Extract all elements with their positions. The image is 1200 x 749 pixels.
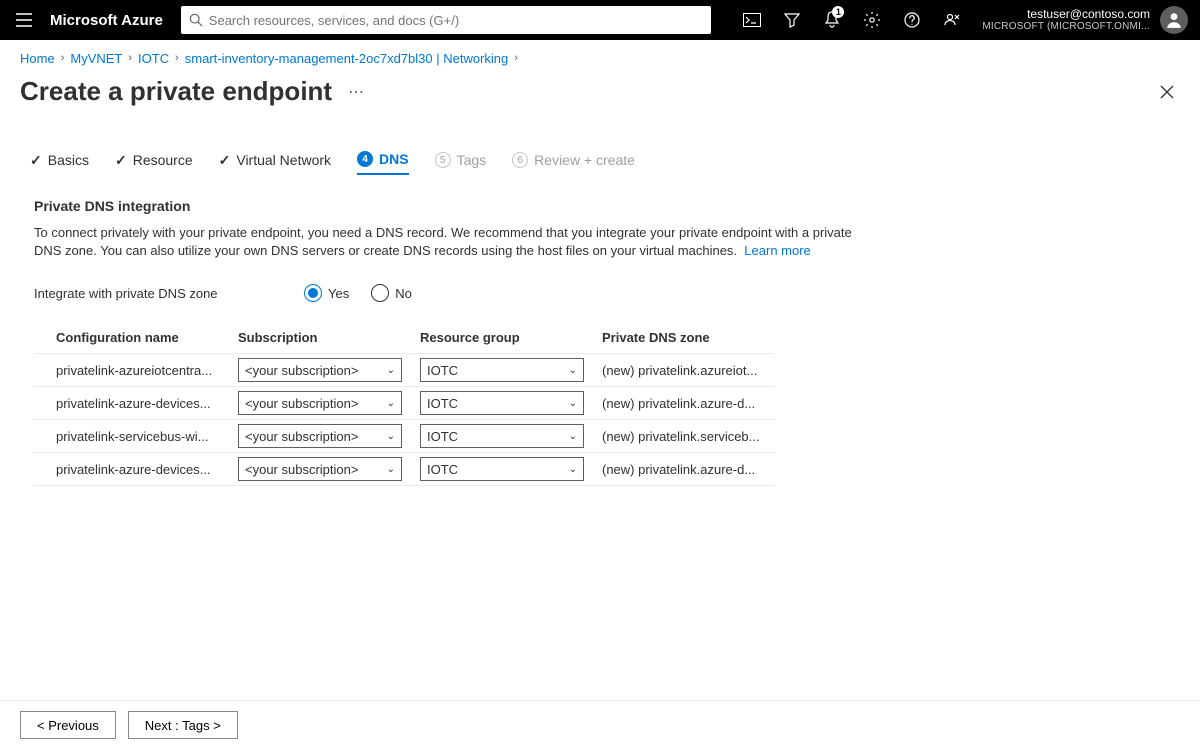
directory-filter-button[interactable]: [772, 0, 812, 40]
cell-zone: (new) privatelink.azureiot...: [602, 363, 782, 378]
chevron-down-icon: ⌄: [569, 398, 577, 409]
chevron-down-icon: ⌄: [569, 464, 577, 475]
account-info[interactable]: testuser@contoso.com MICROSOFT (MICROSOF…: [972, 7, 1156, 33]
table-row: privatelink-azure-devices...<your subscr…: [34, 387, 774, 420]
breadcrumb-networking[interactable]: smart-inventory-management-2oc7xd7bl30 |…: [185, 51, 508, 66]
learn-more-link[interactable]: Learn more: [744, 243, 810, 258]
cloud-shell-button[interactable]: [732, 0, 772, 40]
cell-config: privatelink-azure-devices...: [56, 396, 236, 411]
person-icon: [1165, 11, 1183, 29]
avatar[interactable]: [1160, 6, 1188, 34]
th-config: Configuration name: [56, 330, 236, 345]
chevron-down-icon: ⌄: [387, 398, 395, 409]
wizard-tabs: Basics Resource Virtual Network 4DNS 5Ta…: [0, 111, 1200, 176]
settings-button[interactable]: [852, 0, 892, 40]
table-row: privatelink-azure-devices...<your subscr…: [34, 453, 774, 486]
table-header: Configuration name Subscription Resource…: [34, 324, 774, 354]
more-actions-button[interactable]: ⋯: [348, 82, 364, 102]
tab-virtual-network[interactable]: Virtual Network: [219, 151, 331, 175]
radio-icon: [304, 284, 322, 302]
brand-label: Microsoft Azure: [44, 12, 181, 29]
global-search[interactable]: [181, 6, 711, 34]
table-row: privatelink-servicebus-wi...<your subscr…: [34, 420, 774, 453]
cell-config: privatelink-azureiotcentra...: [56, 363, 236, 378]
filter-icon: [784, 12, 800, 28]
section-heading: Private DNS integration: [34, 198, 856, 214]
th-zone: Private DNS zone: [602, 330, 782, 345]
chevron-down-icon: ⌄: [569, 365, 577, 376]
breadcrumb-home[interactable]: Home: [20, 51, 55, 66]
subscription-select[interactable]: <your subscription>⌄: [238, 358, 402, 382]
dns-section: Private DNS integration To connect priva…: [0, 176, 890, 486]
account-email: testuser@contoso.com: [982, 7, 1150, 21]
chevron-right-icon: ›: [128, 52, 132, 64]
cell-zone: (new) privatelink.serviceb...: [602, 429, 782, 444]
cell-zone: (new) privatelink.azure-d...: [602, 396, 782, 411]
subscription-select[interactable]: <your subscription>⌄: [238, 391, 402, 415]
radio-no[interactable]: No: [371, 284, 412, 302]
resource-group-select[interactable]: IOTC⌄: [420, 424, 584, 448]
close-icon: [1160, 85, 1174, 99]
radio-yes[interactable]: Yes: [304, 284, 349, 302]
close-button[interactable]: [1154, 79, 1180, 105]
chevron-down-icon: ⌄: [387, 431, 395, 442]
breadcrumb: Home › MyVNET › IOTC › smart-inventory-m…: [0, 40, 1200, 76]
th-subscription: Subscription: [238, 330, 418, 345]
tab-dns[interactable]: 4DNS: [357, 151, 409, 175]
cell-zone: (new) privatelink.azure-d...: [602, 462, 782, 477]
previous-button[interactable]: < Previous: [20, 711, 116, 739]
page-title: Create a private endpoint: [20, 76, 332, 107]
gear-icon: [864, 12, 880, 28]
tab-tags[interactable]: 5Tags: [435, 151, 487, 175]
integrate-dns-label: Integrate with private DNS zone: [34, 286, 274, 301]
tab-resource[interactable]: Resource: [115, 151, 193, 175]
hamburger-menu[interactable]: [4, 13, 44, 27]
subscription-select[interactable]: <your subscription>⌄: [238, 457, 402, 481]
chevron-down-icon: ⌄: [387, 464, 395, 475]
help-icon: [904, 12, 920, 28]
next-button[interactable]: Next : Tags >: [128, 711, 238, 739]
tab-basics[interactable]: Basics: [30, 151, 89, 175]
wizard-footer: < Previous Next : Tags >: [0, 700, 1200, 749]
table-row: privatelink-azureiotcentra...<your subsc…: [34, 354, 774, 387]
chevron-down-icon: ⌄: [569, 431, 577, 442]
radio-icon: [371, 284, 389, 302]
notifications-button[interactable]: 1: [812, 0, 852, 40]
breadcrumb-iotc[interactable]: IOTC: [138, 51, 169, 66]
resource-group-select[interactable]: IOTC⌄: [420, 391, 584, 415]
notification-badge: 1: [832, 6, 844, 18]
subscription-select[interactable]: <your subscription>⌄: [238, 424, 402, 448]
integrate-dns-row: Integrate with private DNS zone Yes No: [34, 284, 856, 302]
resource-group-select[interactable]: IOTC⌄: [420, 358, 584, 382]
cell-config: privatelink-azure-devices...: [56, 462, 236, 477]
tab-review-create[interactable]: 6Review + create: [512, 151, 635, 175]
breadcrumb-myvnet[interactable]: MyVNET: [70, 51, 122, 66]
chevron-right-icon: ›: [514, 52, 518, 64]
section-description: To connect privately with your private e…: [34, 224, 856, 260]
search-input[interactable]: [209, 13, 703, 28]
cell-config: privatelink-servicebus-wi...: [56, 429, 236, 444]
chevron-right-icon: ›: [61, 52, 65, 64]
cloud-shell-icon: [743, 13, 761, 27]
th-rg: Resource group: [420, 330, 600, 345]
help-button[interactable]: [892, 0, 932, 40]
feedback-icon: [944, 12, 960, 28]
search-icon: [189, 13, 203, 27]
feedback-button[interactable]: [932, 0, 972, 40]
hamburger-icon: [16, 13, 32, 27]
resource-group-select[interactable]: IOTC⌄: [420, 457, 584, 481]
topbar-actions: 1 testuser@contoso.com MICROSOFT (MICROS…: [732, 0, 1196, 40]
chevron-down-icon: ⌄: [387, 365, 395, 376]
dns-config-table: Configuration name Subscription Resource…: [34, 324, 774, 486]
account-tenant: MICROSOFT (MICROSOFT.ONMI...: [982, 21, 1150, 33]
chevron-right-icon: ›: [175, 52, 179, 64]
top-bar: Microsoft Azure 1 testuser@contoso.com M…: [0, 0, 1200, 40]
page-header: Create a private endpoint ⋯: [0, 76, 1200, 111]
